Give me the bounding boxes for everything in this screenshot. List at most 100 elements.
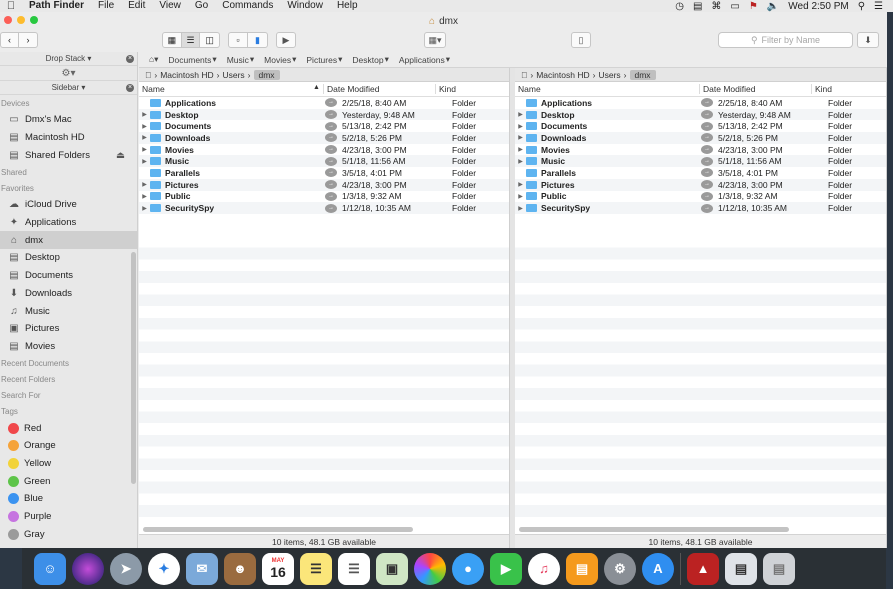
column-view-button[interactable]: ◫ [200, 33, 219, 47]
table-row[interactable]: Parallels → 3/5/18, 4:01 PM Folder [515, 167, 886, 179]
sidebar-item-pictures[interactable]: ▣ Pictures [0, 320, 137, 338]
section-devices[interactable]: Devices [0, 95, 137, 111]
acrobat-icon[interactable]: ▲ [687, 552, 719, 585]
minimize-button[interactable] [17, 16, 25, 24]
menu-edit[interactable]: Edit [121, 0, 152, 12]
reveal-arrow-icon[interactable]: → [325, 133, 337, 143]
section-search-for[interactable]: Search For [0, 387, 137, 403]
disclosure-triangle-icon[interactable]: ▶ [139, 181, 150, 188]
pathbar-movies[interactable]: Movies [264, 55, 291, 65]
menu-commands[interactable]: Commands [215, 0, 280, 12]
pathbar-applications[interactable]: Applications [399, 55, 445, 65]
reveal-arrow-icon[interactable]: → [701, 156, 713, 166]
pathbar-documents[interactable]: Documents [168, 55, 211, 65]
menu-go[interactable]: Go [188, 0, 215, 12]
reveal-arrow-icon[interactable]: → [325, 168, 337, 178]
section-tags[interactable]: Tags [0, 403, 137, 419]
launchpad-icon[interactable]: ➤ [110, 552, 142, 585]
mail-icon[interactable]: ✉ [186, 552, 218, 585]
preview-icon[interactable]: ▣ [376, 552, 408, 585]
sidebar-item-desktop[interactable]: ▤ Desktop [0, 249, 137, 267]
table-row[interactable]: ▶ Music → 5/1/18, 11:56 AM Folder [139, 155, 509, 168]
sidebar-close-icon[interactable]: × [126, 84, 134, 92]
column-name-header[interactable]: Name [515, 84, 700, 94]
gear-icon[interactable]: ⚙▾ [0, 66, 137, 81]
clock[interactable]: Wed 2:50 PM [788, 1, 848, 12]
notification-icon[interactable]: ▤ [693, 1, 702, 12]
reveal-arrow-icon[interactable]: → [325, 191, 337, 201]
messages-icon[interactable]: ● [452, 552, 484, 585]
volume-icon[interactable]: 🔈 [767, 1, 779, 12]
disclosure-triangle-icon[interactable]: ▶ [515, 205, 526, 212]
disclosure-triangle-icon[interactable]: ▶ [515, 158, 526, 165]
table-row[interactable]: ▶ Pictures → 4/23/18, 3:00 PM Folder [515, 178, 886, 191]
sidebar-item-music[interactable]: ♫ Music [0, 302, 137, 320]
sidebar-tag-red[interactable]: Red [0, 419, 137, 437]
sidebar-item-icloud-drive[interactable]: ☁ iCloud Drive [0, 196, 137, 214]
disclosure-triangle-icon[interactable]: ▶ [139, 123, 150, 130]
sidebar-tag-blue[interactable]: Blue [0, 490, 137, 508]
info-button[interactable]: ▯ [571, 32, 591, 48]
app-store-icon[interactable]: A [642, 552, 674, 585]
single-pane-button[interactable]: ▫ [229, 33, 248, 47]
trash-icon[interactable]: ▤ [763, 552, 795, 585]
pathbar-desktop[interactable]: Desktop [352, 55, 383, 65]
table-row[interactable]: ▶ Documents → 5/13/18, 2:42 PM Folder [139, 120, 509, 132]
dual-pane-button[interactable]: ▮ [248, 33, 267, 47]
table-row[interactable]: ▶ Downloads → 5/2/18, 5:26 PM Folder [515, 132, 886, 144]
reveal-arrow-icon[interactable]: → [701, 191, 713, 201]
reveal-arrow-icon[interactable]: → [325, 203, 337, 213]
column-date-header[interactable]: Date Modified [700, 84, 812, 94]
pathbar-pictures[interactable]: Pictures [306, 55, 337, 65]
column-date-header[interactable]: Date Modified [324, 84, 436, 94]
disclosure-triangle-icon[interactable]: ▶ [515, 146, 526, 153]
breadcrumb-macintosh-hd[interactable]: Macintosh HD [160, 70, 213, 80]
disclosure-triangle-icon[interactable]: ▶ [139, 193, 150, 200]
close-button[interactable] [4, 16, 12, 24]
flag-icon[interactable]: ⚑ [749, 1, 758, 12]
section-favorites[interactable]: Favorites [0, 180, 137, 196]
document-icon[interactable]: ▤ [725, 552, 757, 585]
disclosure-triangle-icon[interactable]: ▶ [515, 111, 526, 118]
table-row[interactable]: ▶ Desktop → Yesterday, 9:48 AM Folder [515, 108, 886, 121]
sidebar-header[interactable]: Sidebar ▾ × [0, 81, 137, 95]
preview-button[interactable]: ▶ [276, 32, 296, 48]
reveal-arrow-icon[interactable]: → [325, 98, 337, 108]
sidebar-tag-green[interactable]: Green [0, 472, 137, 490]
sidebar-tag-yellow[interactable]: Yellow [0, 455, 137, 473]
home-icon[interactable]: ⌂▾ [149, 54, 158, 65]
table-row[interactable]: ▶ SecuritySpy → 1/12/18, 10:35 AM Folder [139, 202, 509, 214]
breadcrumb-users[interactable]: Users [222, 70, 244, 80]
sidebar-item-documents[interactable]: ▤ Documents [0, 267, 137, 285]
reveal-arrow-icon[interactable]: → [701, 145, 713, 155]
breadcrumb-dmx[interactable]: dmx [253, 69, 280, 80]
reveal-arrow-icon[interactable]: → [701, 180, 713, 190]
disclosure-triangle-icon[interactable]: ▶ [139, 158, 150, 165]
sidebar-item-shared-folders[interactable]: ▤ Shared Folders ⏏ [0, 146, 137, 164]
disclosure-triangle-icon[interactable]: ▶ [139, 111, 150, 118]
table-row[interactable]: ▶ Music → 5/1/18, 11:56 AM Folder [515, 155, 886, 168]
disclosure-triangle-icon[interactable]: ▶ [139, 134, 150, 141]
control-menu-icon[interactable]: ☰ [874, 1, 883, 12]
back-button[interactable]: ‹ [1, 33, 20, 47]
drop-stack-close-icon[interactable]: × [126, 55, 134, 63]
time-machine-icon[interactable]: ◷ [675, 1, 684, 12]
table-row[interactable]: Parallels → 3/5/18, 4:01 PM Folder [139, 167, 509, 179]
ibooks-icon[interactable]: ▤ [566, 552, 598, 585]
spotlight-icon[interactable]: ⚲ [858, 1, 865, 12]
table-row[interactable]: Applications → 2/25/18, 8:40 AM Folder [139, 97, 509, 109]
download-button[interactable]: ⬇ [857, 32, 879, 48]
display-icon[interactable]: ▭ [730, 1, 739, 12]
disclosure-triangle-icon[interactable]: ▶ [515, 123, 526, 130]
disclosure-triangle-icon[interactable]: ▶ [515, 134, 526, 141]
system-preferences-icon[interactable]: ⚙ [604, 552, 636, 585]
table-row[interactable]: Applications → 2/25/18, 8:40 AM Folder [515, 97, 886, 109]
table-row[interactable]: ▶ Pictures → 4/23/18, 3:00 PM Folder [139, 178, 509, 191]
horizontal-scrollbar[interactable] [519, 527, 789, 532]
sidebar-item-applications[interactable]: ✦ Applications [0, 214, 137, 232]
sidebar-tag-orange[interactable]: Orange [0, 437, 137, 455]
horizontal-scrollbar[interactable] [143, 527, 413, 532]
section-recent-folders[interactable]: Recent Folders [0, 371, 137, 387]
disclosure-triangle-icon[interactable]: ▶ [139, 205, 150, 212]
filter-field[interactable]: ⚲ Filter by Name [718, 32, 853, 48]
